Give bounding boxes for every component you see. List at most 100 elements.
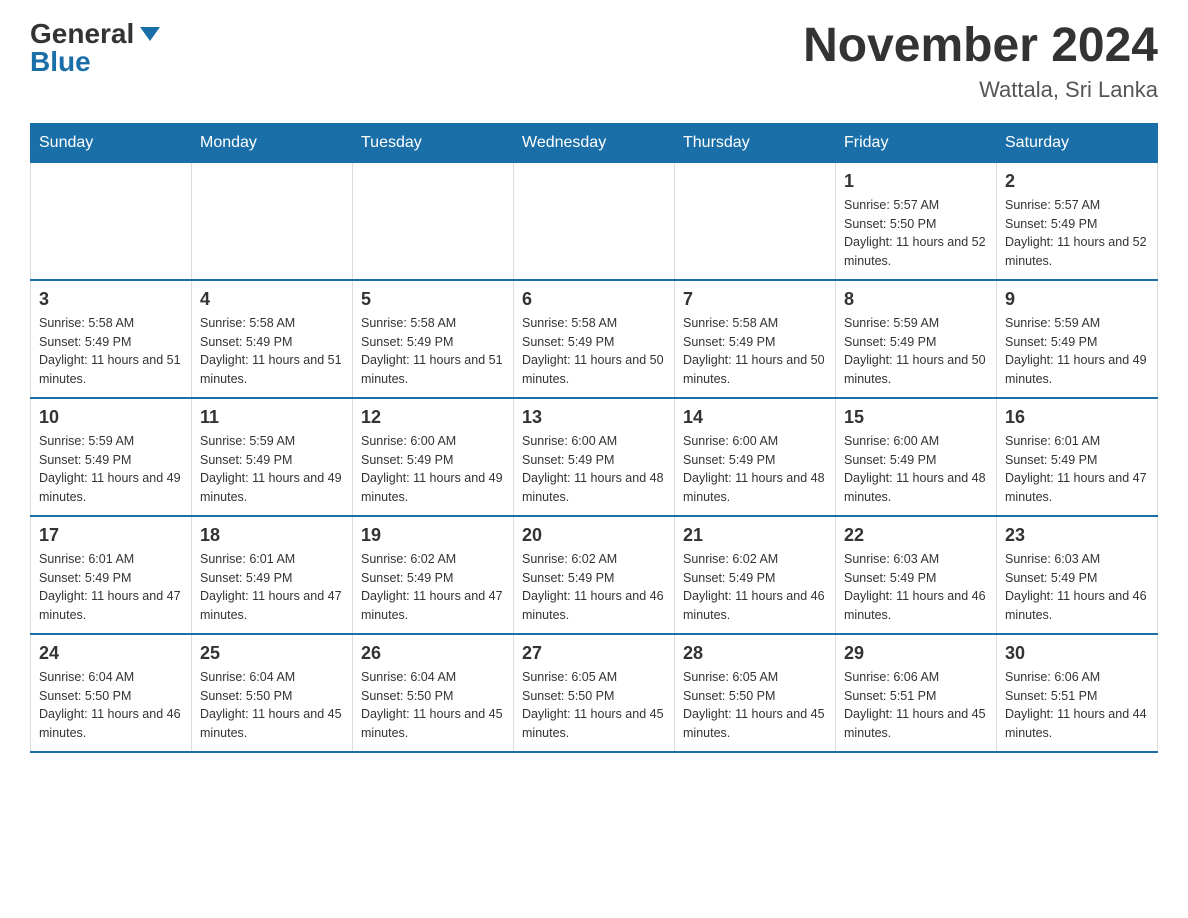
day-number: 30	[1005, 643, 1149, 664]
day-sun-info: Sunrise: 6:02 AMSunset: 5:49 PMDaylight:…	[361, 550, 505, 625]
day-sun-info: Sunrise: 5:58 AMSunset: 5:49 PMDaylight:…	[39, 314, 183, 389]
day-of-week-header: Saturday	[997, 123, 1158, 162]
day-sun-info: Sunrise: 5:57 AMSunset: 5:50 PMDaylight:…	[844, 196, 988, 271]
day-number: 18	[200, 525, 344, 546]
calendar-day-cell: 30 Sunrise: 6:06 AMSunset: 5:51 PMDayligh…	[997, 634, 1158, 752]
day-number: 12	[361, 407, 505, 428]
day-number: 15	[844, 407, 988, 428]
day-sun-info: Sunrise: 6:00 AMSunset: 5:49 PMDaylight:…	[683, 432, 827, 507]
month-year-title: November 2024	[803, 20, 1158, 73]
day-number: 22	[844, 525, 988, 546]
day-number: 25	[200, 643, 344, 664]
day-sun-info: Sunrise: 6:04 AMSunset: 5:50 PMDaylight:…	[39, 668, 183, 743]
day-number: 19	[361, 525, 505, 546]
day-number: 28	[683, 643, 827, 664]
calendar-day-cell: 2Sunrise: 5:57 AMSunset: 5:49 PMDaylight…	[997, 162, 1158, 280]
calendar-day-cell: 8Sunrise: 5:59 AMSunset: 5:49 PMDaylight…	[836, 280, 997, 398]
calendar-day-cell	[353, 162, 514, 280]
calendar-week-row: 1 Sunrise: 5:57 AMSunset: 5:50 PMDaylight…	[31, 162, 1158, 280]
day-number: 13	[522, 407, 666, 428]
title-area: November 2024 Wattala, Sri Lanka	[803, 20, 1158, 103]
day-number: 29	[844, 643, 988, 664]
calendar-day-cell	[192, 162, 353, 280]
day-sun-info: Sunrise: 6:02 AMSunset: 5:49 PMDaylight:…	[522, 550, 666, 625]
day-sun-info: Sunrise: 6:03 AMSunset: 5:49 PMDaylight:…	[844, 550, 988, 625]
calendar-day-cell: 3 Sunrise: 5:58 AMSunset: 5:49 PMDaylight…	[31, 280, 192, 398]
day-sun-info: Sunrise: 6:06 AMSunset: 5:51 PMDaylight:…	[1005, 668, 1149, 743]
day-number: 11	[200, 407, 344, 428]
calendar-day-cell: 11 Sunrise: 5:59 AMSunset: 5:49 PMDayligh…	[192, 398, 353, 516]
day-sun-info: Sunrise: 6:06 AMSunset: 5:51 PMDaylight:…	[844, 668, 988, 743]
day-sun-info: Sunrise: 6:01 AMSunset: 5:49 PMDaylight:…	[1005, 432, 1149, 507]
calendar-day-cell: 27 Sunrise: 6:05 AMSunset: 5:50 PMDayligh…	[514, 634, 675, 752]
logo-general-text: General	[30, 20, 134, 48]
day-number: 17	[39, 525, 183, 546]
calendar-day-cell: 24 Sunrise: 6:04 AMSunset: 5:50 PMDayligh…	[31, 634, 192, 752]
day-number: 24	[39, 643, 183, 664]
day-number: 4	[200, 289, 344, 310]
calendar-day-cell: 26Sunrise: 6:04 AMSunset: 5:50 PMDayligh…	[353, 634, 514, 752]
calendar-week-row: 17 Sunrise: 6:01 AMSunset: 5:49 PMDayligh…	[31, 516, 1158, 634]
calendar-day-cell	[675, 162, 836, 280]
logo-blue-text: Blue	[30, 48, 91, 76]
calendar-header-row: SundayMondayTuesdayWednesdayThursdayFrid…	[31, 123, 1158, 162]
logo: General Blue	[30, 20, 160, 76]
day-sun-info: Sunrise: 5:59 AMSunset: 5:49 PMDaylight:…	[1005, 314, 1149, 389]
calendar-day-cell: 21 Sunrise: 6:02 AMSunset: 5:49 PMDayligh…	[675, 516, 836, 634]
day-number: 20	[522, 525, 666, 546]
day-sun-info: Sunrise: 5:58 AMSunset: 5:49 PMDaylight:…	[522, 314, 666, 389]
day-number: 2	[1005, 171, 1149, 192]
day-number: 23	[1005, 525, 1149, 546]
calendar-day-cell: 10Sunrise: 5:59 AMSunset: 5:49 PMDayligh…	[31, 398, 192, 516]
day-sun-info: Sunrise: 6:00 AMSunset: 5:49 PMDaylight:…	[844, 432, 988, 507]
day-number: 26	[361, 643, 505, 664]
day-sun-info: Sunrise: 5:58 AMSunset: 5:49 PMDaylight:…	[200, 314, 344, 389]
day-sun-info: Sunrise: 5:58 AMSunset: 5:49 PMDaylight:…	[683, 314, 827, 389]
day-of-week-header: Friday	[836, 123, 997, 162]
page-header: General Blue November 2024 Wattala, Sri …	[30, 20, 1158, 103]
calendar-day-cell: 22 Sunrise: 6:03 AMSunset: 5:49 PMDayligh…	[836, 516, 997, 634]
calendar-day-cell: 16 Sunrise: 6:01 AMSunset: 5:49 PMDayligh…	[997, 398, 1158, 516]
calendar-day-cell: 23Sunrise: 6:03 AMSunset: 5:49 PMDayligh…	[997, 516, 1158, 634]
day-sun-info: Sunrise: 5:59 AMSunset: 5:49 PMDaylight:…	[844, 314, 988, 389]
day-of-week-header: Wednesday	[514, 123, 675, 162]
day-of-week-header: Sunday	[31, 123, 192, 162]
calendar-day-cell: 4 Sunrise: 5:58 AMSunset: 5:49 PMDaylight…	[192, 280, 353, 398]
day-sun-info: Sunrise: 6:01 AMSunset: 5:49 PMDaylight:…	[39, 550, 183, 625]
day-number: 14	[683, 407, 827, 428]
calendar-day-cell	[31, 162, 192, 280]
day-number: 21	[683, 525, 827, 546]
calendar-day-cell: 29 Sunrise: 6:06 AMSunset: 5:51 PMDayligh…	[836, 634, 997, 752]
calendar-day-cell: 18 Sunrise: 6:01 AMSunset: 5:49 PMDayligh…	[192, 516, 353, 634]
day-number: 3	[39, 289, 183, 310]
calendar-day-cell: 17 Sunrise: 6:01 AMSunset: 5:49 PMDayligh…	[31, 516, 192, 634]
day-number: 7	[683, 289, 827, 310]
calendar-day-cell: 13 Sunrise: 6:00 AMSunset: 5:49 PMDayligh…	[514, 398, 675, 516]
day-sun-info: Sunrise: 6:01 AMSunset: 5:49 PMDaylight:…	[200, 550, 344, 625]
calendar-table: SundayMondayTuesdayWednesdayThursdayFrid…	[30, 123, 1158, 753]
day-number: 9	[1005, 289, 1149, 310]
calendar-day-cell: 9 Sunrise: 5:59 AMSunset: 5:49 PMDaylight…	[997, 280, 1158, 398]
day-sun-info: Sunrise: 6:00 AMSunset: 5:49 PMDaylight:…	[361, 432, 505, 507]
day-number: 1	[844, 171, 988, 192]
calendar-day-cell: 12 Sunrise: 6:00 AMSunset: 5:49 PMDayligh…	[353, 398, 514, 516]
day-sun-info: Sunrise: 5:59 AMSunset: 5:49 PMDaylight:…	[200, 432, 344, 507]
day-of-week-header: Thursday	[675, 123, 836, 162]
day-number: 5	[361, 289, 505, 310]
location-subtitle: Wattala, Sri Lanka	[803, 77, 1158, 103]
day-of-week-header: Monday	[192, 123, 353, 162]
day-sun-info: Sunrise: 6:00 AMSunset: 5:49 PMDaylight:…	[522, 432, 666, 507]
day-sun-info: Sunrise: 6:02 AMSunset: 5:49 PMDaylight:…	[683, 550, 827, 625]
calendar-day-cell	[514, 162, 675, 280]
day-number: 6	[522, 289, 666, 310]
day-sun-info: Sunrise: 6:05 AMSunset: 5:50 PMDaylight:…	[683, 668, 827, 743]
day-number: 16	[1005, 407, 1149, 428]
calendar-day-cell: 15 Sunrise: 6:00 AMSunset: 5:49 PMDayligh…	[836, 398, 997, 516]
calendar-day-cell: 6 Sunrise: 5:58 AMSunset: 5:49 PMDaylight…	[514, 280, 675, 398]
calendar-week-row: 24 Sunrise: 6:04 AMSunset: 5:50 PMDayligh…	[31, 634, 1158, 752]
calendar-day-cell: 7 Sunrise: 5:58 AMSunset: 5:49 PMDaylight…	[675, 280, 836, 398]
day-number: 27	[522, 643, 666, 664]
day-number: 10	[39, 407, 183, 428]
calendar-week-row: 3 Sunrise: 5:58 AMSunset: 5:49 PMDaylight…	[31, 280, 1158, 398]
day-sun-info: Sunrise: 6:05 AMSunset: 5:50 PMDaylight:…	[522, 668, 666, 743]
